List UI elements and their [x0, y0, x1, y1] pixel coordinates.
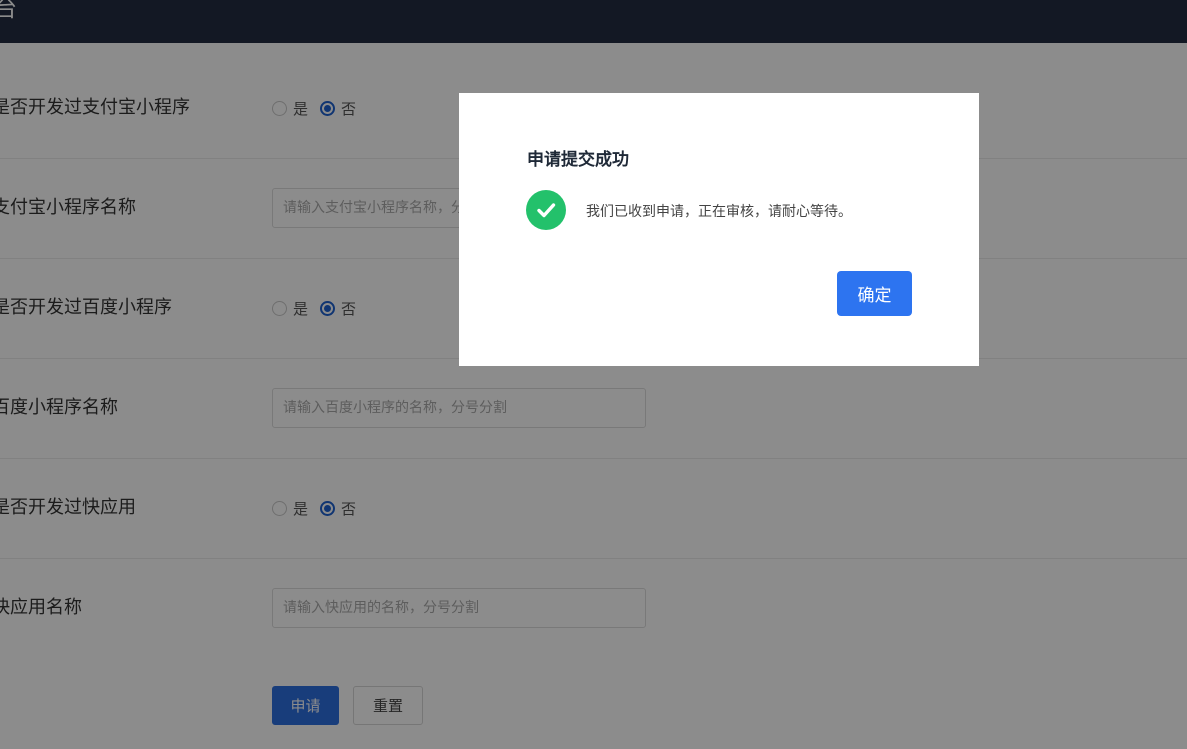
dialog-message: 我们已收到申请，正在审核，请耐心等待。 — [586, 204, 852, 220]
confirm-button[interactable]: 确定 — [837, 271, 912, 316]
dialog-title: 申请提交成功 — [527, 150, 629, 170]
success-dialog: 申请提交成功 我们已收到申请，正在审核，请耐心等待。 确定 — [459, 93, 979, 366]
check-circle-icon — [526, 190, 566, 230]
